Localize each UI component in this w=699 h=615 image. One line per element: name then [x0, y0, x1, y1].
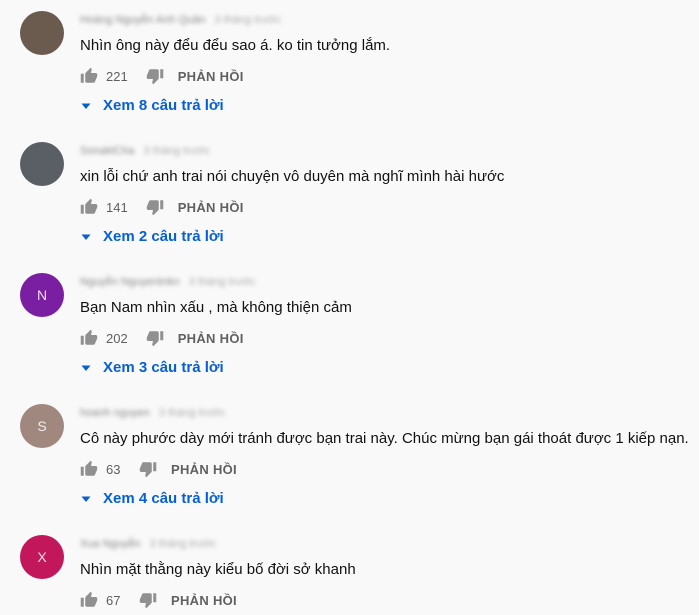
caret-down-icon: [81, 496, 91, 502]
comment-meta: Xua Nguyễn 3 tháng trước: [80, 538, 216, 552]
caret-down-icon: [81, 103, 91, 109]
comment-actions: 63 PHẢN HỒI: [80, 459, 237, 479]
view-replies-label: Xem 3 câu trả lời: [103, 359, 224, 376]
thumb-up-icon[interactable]: [80, 460, 98, 478]
thumb-down-icon[interactable]: [146, 67, 164, 85]
comment-time[interactable]: 3 tháng trước: [214, 14, 281, 26]
comment-time[interactable]: 3 tháng trước: [144, 145, 211, 157]
comment-meta: hoanh nguyen 3 tháng trước: [80, 407, 225, 421]
view-replies-button[interactable]: Xem 3 câu trả lời: [80, 359, 224, 376]
comment-actions: 221 PHẢN HỒI: [80, 66, 244, 86]
avatar[interactable]: [20, 11, 64, 55]
comment-author[interactable]: hoanh nguyen: [80, 407, 150, 419]
comment-text: Nhìn ông này đểu đểu sao á. ko tin tưởng…: [80, 37, 391, 54]
avatar[interactable]: X: [20, 535, 64, 579]
comment-actions: 141 PHẢN HỒI: [80, 197, 244, 217]
view-replies-button[interactable]: Xem 4 câu trả lời: [80, 490, 224, 507]
like-count: 221: [106, 68, 128, 84]
like-count: 141: [106, 199, 128, 215]
thumb-up-icon[interactable]: [80, 67, 98, 85]
comment-author[interactable]: Hoàng Nguyễn Anh Quân: [80, 14, 205, 26]
avatar-letter: X: [37, 549, 47, 565]
reply-button[interactable]: PHẢN HỒI: [178, 331, 244, 346]
reply-button[interactable]: PHẢN HỒI: [171, 462, 237, 477]
avatar-letter: S: [37, 418, 47, 434]
comment-meta: Nguyễn Nguyentnkn 3 tháng trước: [80, 276, 255, 290]
comment-text: Nhìn mặt thằng này kiểu bố đời sở khanh: [80, 561, 356, 578]
avatar-letter: [20, 11, 64, 55]
avatar[interactable]: [20, 142, 64, 186]
comment-actions: 67 PHẢN HỒI: [80, 590, 237, 610]
view-replies-button[interactable]: Xem 8 câu trả lời: [80, 97, 224, 114]
thumb-down-icon[interactable]: [139, 460, 157, 478]
view-replies-button[interactable]: Xem 2 câu trả lời: [80, 228, 224, 245]
comment-author[interactable]: Nguyễn Nguyentnkn: [80, 276, 180, 288]
like-count: 63: [106, 461, 121, 477]
caret-down-icon: [81, 365, 91, 371]
caret-down-icon: [81, 234, 91, 240]
view-replies-label: Xem 4 câu trả lời: [103, 490, 224, 507]
comment-text: xin lỗi chứ anh trai nói chuyện vô duyên…: [80, 168, 505, 185]
reply-button[interactable]: PHẢN HỒI: [178, 69, 244, 84]
comment-author[interactable]: SonaktCha: [80, 145, 134, 157]
thumb-up-icon[interactable]: [80, 198, 98, 216]
view-replies-label: Xem 2 câu trả lời: [103, 228, 224, 245]
comment-actions: 202 PHẢN HỒI: [80, 328, 244, 348]
comment-meta: Hoàng Nguyễn Anh Quân 3 tháng trước: [80, 14, 281, 28]
avatar[interactable]: N: [20, 273, 64, 317]
reply-button[interactable]: PHẢN HỒI: [171, 593, 237, 608]
avatar-letter: N: [36, 287, 48, 303]
reply-button[interactable]: PHẢN HỒI: [178, 200, 244, 215]
like-count: 202: [106, 330, 128, 346]
comment-time[interactable]: 3 tháng trước: [159, 407, 226, 419]
thumb-up-icon[interactable]: [80, 591, 98, 609]
comment-author[interactable]: Xua Nguyễn: [80, 538, 141, 550]
thumb-down-icon[interactable]: [139, 591, 157, 609]
comment-text: Cô này phước dày mới tránh được bạn trai…: [80, 430, 689, 447]
comment-time[interactable]: 3 tháng trước: [150, 538, 217, 550]
thumb-down-icon[interactable]: [146, 329, 164, 347]
comment-time[interactable]: 3 tháng trước: [189, 276, 256, 288]
thumb-up-icon[interactable]: [80, 329, 98, 347]
avatar[interactable]: S: [20, 404, 64, 448]
view-replies-label: Xem 8 câu trả lời: [103, 97, 224, 114]
comment-text: Bạn Nam nhìn xấu , mà không thiện cảm: [80, 299, 352, 316]
avatar-letter: [20, 142, 64, 186]
thumb-down-icon[interactable]: [146, 198, 164, 216]
comment-meta: SonaktCha 3 tháng trước: [80, 145, 210, 159]
like-count: 67: [106, 592, 121, 608]
